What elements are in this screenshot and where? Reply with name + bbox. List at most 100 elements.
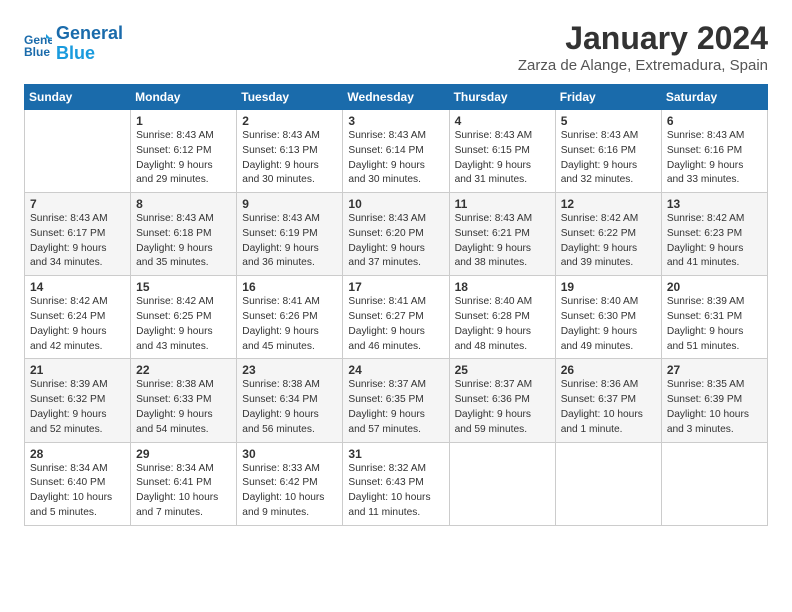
cell-details: Sunrise: 8:42 AMSunset: 6:22 PMDaylight:… — [561, 212, 657, 271]
day-number: 17 — [348, 280, 444, 294]
day-number: 7 — [30, 197, 126, 211]
day-number: 8 — [136, 197, 232, 211]
logo-icon: General Blue — [24, 30, 52, 58]
calendar-cell-r4-c5 — [555, 442, 661, 525]
cell-details: Sunrise: 8:43 AMSunset: 6:21 PMDaylight:… — [455, 212, 551, 271]
logo-text: General Blue — [56, 24, 123, 64]
logo-line1: General — [56, 23, 123, 43]
calendar-cell-r0-c3: 3Sunrise: 8:43 AMSunset: 6:14 PMDaylight… — [343, 110, 449, 193]
day-number: 5 — [561, 114, 657, 128]
cell-details: Sunrise: 8:36 AMSunset: 6:37 PMDaylight:… — [561, 378, 657, 437]
calendar-row-2: 14Sunrise: 8:42 AMSunset: 6:24 PMDayligh… — [25, 276, 768, 359]
col-header-tuesday: Tuesday — [237, 85, 343, 110]
calendar-cell-r4-c3: 31Sunrise: 8:32 AMSunset: 6:43 PMDayligh… — [343, 442, 449, 525]
calendar-cell-r1-c4: 11Sunrise: 8:43 AMSunset: 6:21 PMDayligh… — [449, 193, 555, 276]
day-number: 16 — [242, 280, 338, 294]
day-number: 26 — [561, 363, 657, 377]
cell-details: Sunrise: 8:35 AMSunset: 6:39 PMDaylight:… — [667, 378, 763, 437]
calendar-cell-r3-c2: 23Sunrise: 8:38 AMSunset: 6:34 PMDayligh… — [237, 359, 343, 442]
day-number: 31 — [348, 447, 444, 461]
calendar-cell-r4-c1: 29Sunrise: 8:34 AMSunset: 6:41 PMDayligh… — [131, 442, 237, 525]
calendar-body: 1Sunrise: 8:43 AMSunset: 6:12 PMDaylight… — [25, 110, 768, 526]
day-number: 30 — [242, 447, 338, 461]
cell-details: Sunrise: 8:37 AMSunset: 6:35 PMDaylight:… — [348, 378, 444, 437]
day-number: 24 — [348, 363, 444, 377]
cell-details: Sunrise: 8:38 AMSunset: 6:34 PMDaylight:… — [242, 378, 338, 437]
day-number: 1 — [136, 114, 232, 128]
cell-details: Sunrise: 8:43 AMSunset: 6:16 PMDaylight:… — [667, 129, 763, 188]
day-number: 15 — [136, 280, 232, 294]
calendar-row-4: 28Sunrise: 8:34 AMSunset: 6:40 PMDayligh… — [25, 442, 768, 525]
calendar-cell-r3-c6: 27Sunrise: 8:35 AMSunset: 6:39 PMDayligh… — [661, 359, 767, 442]
subtitle: Zarza de Alange, Extremadura, Spain — [518, 57, 768, 74]
calendar-cell-r4-c2: 30Sunrise: 8:33 AMSunset: 6:42 PMDayligh… — [237, 442, 343, 525]
main-title: January 2024 — [518, 20, 768, 57]
day-number: 23 — [242, 363, 338, 377]
calendar-cell-r0-c2: 2Sunrise: 8:43 AMSunset: 6:13 PMDaylight… — [237, 110, 343, 193]
col-header-friday: Friday — [555, 85, 661, 110]
logo: General Blue General Blue — [24, 24, 123, 64]
cell-details: Sunrise: 8:43 AMSunset: 6:15 PMDaylight:… — [455, 129, 551, 188]
cell-details: Sunrise: 8:43 AMSunset: 6:20 PMDaylight:… — [348, 212, 444, 271]
calendar-cell-r2-c0: 14Sunrise: 8:42 AMSunset: 6:24 PMDayligh… — [25, 276, 131, 359]
day-number: 12 — [561, 197, 657, 211]
day-number: 3 — [348, 114, 444, 128]
col-header-thursday: Thursday — [449, 85, 555, 110]
day-number: 2 — [242, 114, 338, 128]
day-number: 13 — [667, 197, 763, 211]
calendar-cell-r0-c6: 6Sunrise: 8:43 AMSunset: 6:16 PMDaylight… — [661, 110, 767, 193]
calendar-cell-r1-c3: 10Sunrise: 8:43 AMSunset: 6:20 PMDayligh… — [343, 193, 449, 276]
calendar-cell-r0-c1: 1Sunrise: 8:43 AMSunset: 6:12 PMDaylight… — [131, 110, 237, 193]
cell-details: Sunrise: 8:34 AMSunset: 6:41 PMDaylight:… — [136, 462, 232, 521]
cell-details: Sunrise: 8:32 AMSunset: 6:43 PMDaylight:… — [348, 462, 444, 521]
day-number: 10 — [348, 197, 444, 211]
calendar-cell-r1-c1: 8Sunrise: 8:43 AMSunset: 6:18 PMDaylight… — [131, 193, 237, 276]
cell-details: Sunrise: 8:42 AMSunset: 6:25 PMDaylight:… — [136, 295, 232, 354]
page: General Blue General Blue January 2024 Z… — [0, 0, 792, 612]
calendar-cell-r1-c0: 7Sunrise: 8:43 AMSunset: 6:17 PMDaylight… — [25, 193, 131, 276]
day-number: 27 — [667, 363, 763, 377]
calendar-cell-r1-c2: 9Sunrise: 8:43 AMSunset: 6:19 PMDaylight… — [237, 193, 343, 276]
day-number: 28 — [30, 447, 126, 461]
col-header-sunday: Sunday — [25, 85, 131, 110]
calendar-cell-r0-c4: 4Sunrise: 8:43 AMSunset: 6:15 PMDaylight… — [449, 110, 555, 193]
title-block: January 2024 Zarza de Alange, Extremadur… — [518, 20, 768, 74]
cell-details: Sunrise: 8:43 AMSunset: 6:12 PMDaylight:… — [136, 129, 232, 188]
calendar-cell-r4-c4 — [449, 442, 555, 525]
calendar-cell-r2-c6: 20Sunrise: 8:39 AMSunset: 6:31 PMDayligh… — [661, 276, 767, 359]
calendar-cell-r0-c5: 5Sunrise: 8:43 AMSunset: 6:16 PMDaylight… — [555, 110, 661, 193]
day-number: 6 — [667, 114, 763, 128]
cell-details: Sunrise: 8:43 AMSunset: 6:17 PMDaylight:… — [30, 212, 126, 271]
calendar-table: SundayMondayTuesdayWednesdayThursdayFrid… — [24, 84, 768, 526]
calendar-cell-r0-c0 — [25, 110, 131, 193]
calendar-cell-r2-c1: 15Sunrise: 8:42 AMSunset: 6:25 PMDayligh… — [131, 276, 237, 359]
calendar-row-0: 1Sunrise: 8:43 AMSunset: 6:12 PMDaylight… — [25, 110, 768, 193]
calendar-cell-r3-c0: 21Sunrise: 8:39 AMSunset: 6:32 PMDayligh… — [25, 359, 131, 442]
cell-details: Sunrise: 8:37 AMSunset: 6:36 PMDaylight:… — [455, 378, 551, 437]
day-number: 25 — [455, 363, 551, 377]
day-number: 22 — [136, 363, 232, 377]
calendar-cell-r2-c3: 17Sunrise: 8:41 AMSunset: 6:27 PMDayligh… — [343, 276, 449, 359]
day-number: 29 — [136, 447, 232, 461]
cell-details: Sunrise: 8:42 AMSunset: 6:24 PMDaylight:… — [30, 295, 126, 354]
day-number: 19 — [561, 280, 657, 294]
cell-details: Sunrise: 8:43 AMSunset: 6:13 PMDaylight:… — [242, 129, 338, 188]
header: General Blue General Blue January 2024 Z… — [24, 20, 768, 74]
cell-details: Sunrise: 8:40 AMSunset: 6:30 PMDaylight:… — [561, 295, 657, 354]
day-number: 11 — [455, 197, 551, 211]
calendar-cell-r2-c4: 18Sunrise: 8:40 AMSunset: 6:28 PMDayligh… — [449, 276, 555, 359]
cell-details: Sunrise: 8:39 AMSunset: 6:31 PMDaylight:… — [667, 295, 763, 354]
cell-details: Sunrise: 8:41 AMSunset: 6:26 PMDaylight:… — [242, 295, 338, 354]
cell-details: Sunrise: 8:38 AMSunset: 6:33 PMDaylight:… — [136, 378, 232, 437]
cell-details: Sunrise: 8:43 AMSunset: 6:14 PMDaylight:… — [348, 129, 444, 188]
calendar-cell-r1-c5: 12Sunrise: 8:42 AMSunset: 6:22 PMDayligh… — [555, 193, 661, 276]
cell-details: Sunrise: 8:39 AMSunset: 6:32 PMDaylight:… — [30, 378, 126, 437]
calendar-cell-r3-c3: 24Sunrise: 8:37 AMSunset: 6:35 PMDayligh… — [343, 359, 449, 442]
svg-text:Blue: Blue — [24, 45, 50, 58]
cell-details: Sunrise: 8:42 AMSunset: 6:23 PMDaylight:… — [667, 212, 763, 271]
logo-line2: Blue — [56, 43, 95, 63]
calendar-cell-r4-c6 — [661, 442, 767, 525]
calendar-row-1: 7Sunrise: 8:43 AMSunset: 6:17 PMDaylight… — [25, 193, 768, 276]
col-header-wednesday: Wednesday — [343, 85, 449, 110]
cell-details: Sunrise: 8:43 AMSunset: 6:19 PMDaylight:… — [242, 212, 338, 271]
